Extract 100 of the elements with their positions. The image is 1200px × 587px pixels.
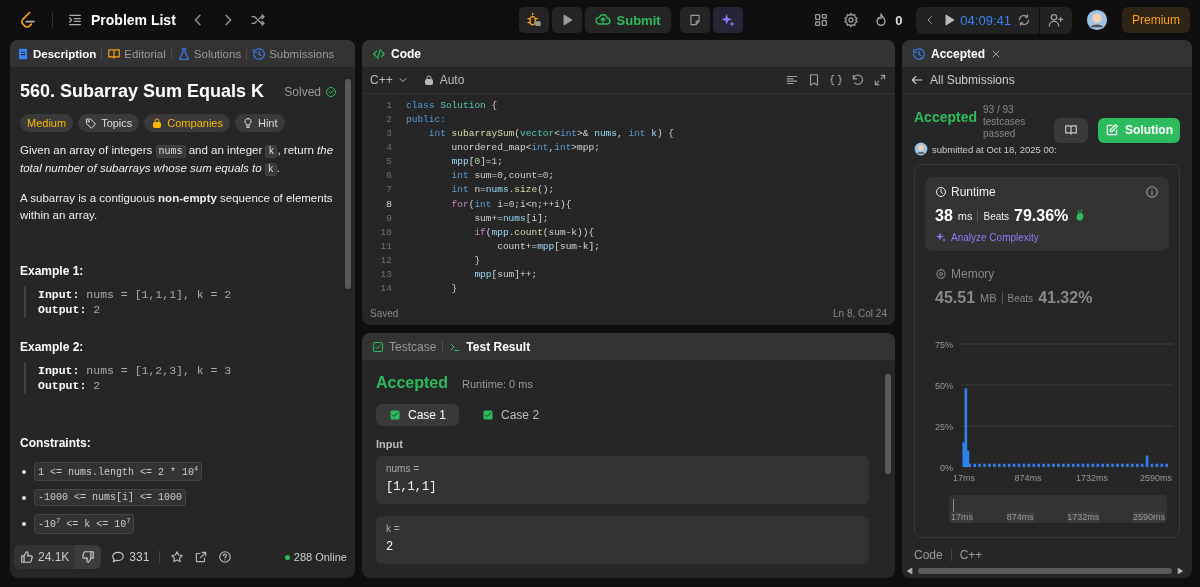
problem-list-link[interactable]: Problem List — [67, 12, 176, 28]
submit-button[interactable]: Submit — [584, 7, 671, 33]
dislike-button[interactable] — [75, 545, 102, 569]
histogram-bar[interactable] — [1150, 463, 1154, 467]
histogram-bar[interactable] — [1140, 463, 1144, 467]
editorial-button[interactable] — [1054, 117, 1088, 143]
format-icon[interactable] — [785, 73, 799, 87]
histogram-bar[interactable] — [1022, 463, 1026, 467]
case-tab[interactable]: Case 1 — [376, 404, 460, 426]
history-icon — [912, 46, 926, 61]
tag-chip[interactable]: Topics — [78, 114, 140, 132]
histogram-bar[interactable] — [1111, 463, 1114, 467]
star-icon[interactable] — [170, 550, 185, 564]
premium-button[interactable]: Premium — [1121, 7, 1190, 33]
undo-icon[interactable] — [851, 73, 865, 87]
panel-tab[interactable]: Submissions — [252, 46, 335, 61]
edit-icon — [1105, 123, 1119, 137]
histogram-bar[interactable] — [1106, 463, 1109, 467]
run-button[interactable] — [551, 7, 582, 33]
comments-button[interactable]: 331 — [111, 550, 150, 564]
histogram-bar[interactable] — [1165, 463, 1169, 467]
range-navigator[interactable]: 17ms 874ms 1732ms 2590ms — [949, 495, 1167, 523]
panel-tab[interactable]: Test Result — [449, 339, 531, 354]
bookmark-icon[interactable] — [807, 73, 821, 87]
histogram-bar[interactable] — [983, 463, 986, 467]
reset-icon[interactable] — [1016, 13, 1031, 27]
add-user-icon[interactable] — [1047, 12, 1064, 28]
histogram-bar[interactable] — [1160, 463, 1164, 467]
expand-icon[interactable] — [873, 73, 887, 87]
histogram-bar[interactable] — [993, 463, 996, 467]
debug-button[interactable] — [518, 7, 549, 33]
histogram-bar[interactable] — [1091, 463, 1095, 467]
share-icon[interactable] — [194, 550, 209, 564]
histogram-bar[interactable] — [1076, 463, 1080, 467]
cloud-upload-icon — [594, 12, 611, 28]
layout-icon[interactable] — [813, 12, 830, 28]
code-line: int n=nums.size(); — [450, 184, 555, 196]
histogram-bar[interactable] — [1101, 463, 1104, 467]
assistant-button[interactable] — [712, 7, 743, 33]
back-link[interactable]: All Submissions — [910, 73, 1015, 87]
histogram-bar[interactable] — [1037, 463, 1040, 467]
histogram-bar[interactable] — [1062, 463, 1065, 467]
histogram-bar[interactable] — [1007, 463, 1011, 467]
axis-label: 874ms — [1006, 512, 1034, 522]
memory-card[interactable]: Memory 45.51 MB Beats 41.32% — [925, 251, 1169, 333]
mode-label[interactable]: Auto — [422, 73, 465, 87]
panel-tab[interactable]: Testcase — [372, 339, 437, 354]
histogram-bar[interactable] — [1135, 463, 1139, 467]
panel-tab[interactable]: Accepted — [912, 46, 1003, 61]
histogram-bar[interactable] — [1071, 463, 1075, 467]
case-tab[interactable]: Case 2 — [469, 404, 553, 426]
histogram-bar[interactable] — [1002, 463, 1006, 467]
timer[interactable]: 04:09:41 — [942, 12, 1011, 28]
histogram-bar[interactable] — [1155, 463, 1159, 467]
histogram-bar[interactable] — [1126, 463, 1129, 467]
histogram-bar[interactable] — [978, 463, 981, 467]
histogram-bar[interactable] — [964, 388, 968, 467]
input-field[interactable]: k = 2 — [376, 516, 869, 564]
shuffle-icon[interactable] — [249, 12, 266, 28]
histogram-bar[interactable] — [1012, 463, 1016, 467]
settings-icon[interactable] — [843, 12, 860, 28]
histogram-bar[interactable] — [968, 463, 972, 467]
streak-counter[interactable]: 0 — [873, 12, 903, 28]
histogram-bar[interactable] — [1086, 463, 1090, 467]
histogram-bar[interactable] — [1027, 463, 1031, 467]
histogram-bar[interactable] — [1096, 463, 1100, 467]
analyze-link[interactable]: Analyze Complexity — [935, 231, 1159, 243]
histogram-bar[interactable] — [1121, 463, 1124, 467]
histogram-bar[interactable] — [998, 463, 1001, 467]
avatar[interactable] — [1085, 9, 1108, 31]
panel-tab[interactable]: Code — [372, 46, 421, 61]
histogram-bar[interactable] — [966, 450, 970, 467]
logo-icon[interactable] — [18, 10, 38, 30]
tag-chip[interactable]: Hint — [234, 114, 285, 132]
panel-tab[interactable]: Editorial — [107, 46, 166, 61]
scrollbar[interactable] — [906, 566, 1184, 576]
histogram-bar[interactable] — [988, 463, 991, 467]
panel-tab[interactable]: Solutions — [176, 46, 242, 61]
histogram-bar[interactable] — [1081, 463, 1085, 467]
help-icon[interactable] — [218, 550, 233, 564]
histogram-bar[interactable] — [1047, 463, 1050, 467]
histogram-bar[interactable] — [1116, 463, 1119, 467]
histogram-bar[interactable] — [973, 463, 976, 467]
language-dropdown[interactable]: C++ — [370, 73, 409, 87]
info-icon[interactable] — [1145, 185, 1159, 199]
panel-tab[interactable]: Description — [16, 46, 97, 61]
axis-label: 1732ms — [1067, 512, 1100, 522]
histogram-bar[interactable] — [1052, 463, 1055, 467]
histogram-bar[interactable] — [1057, 463, 1060, 467]
tag-chip[interactable]: Companies — [144, 114, 230, 132]
input-field[interactable]: nums = [1,1,1] — [376, 456, 869, 504]
note-button[interactable] — [679, 7, 710, 33]
histogram-bar[interactable] — [1017, 463, 1021, 467]
runtime-card[interactable]: Runtime 38 ms Beats 79.36% Analyze Complexity — [925, 177, 1169, 251]
histogram-bar[interactable] — [1042, 463, 1045, 467]
histogram-bar[interactable] — [1130, 463, 1134, 467]
histogram-bar[interactable] — [1066, 463, 1070, 467]
axis-label: 2590ms — [1132, 512, 1165, 522]
histogram-bar[interactable] — [1032, 463, 1036, 467]
braces-icon[interactable] — [829, 73, 843, 87]
